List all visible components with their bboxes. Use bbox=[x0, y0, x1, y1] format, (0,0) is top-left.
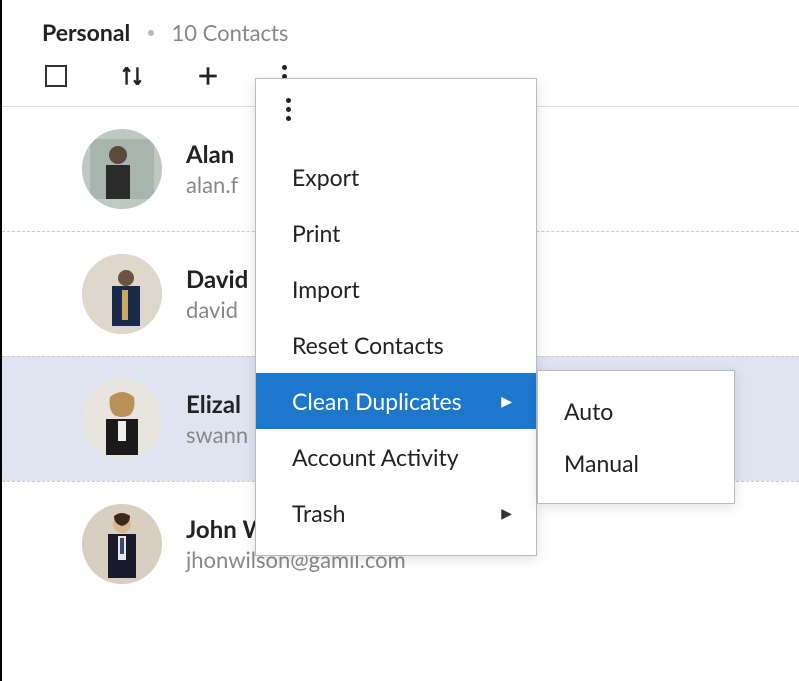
menu-label: Account Activity bbox=[292, 443, 459, 471]
separator-dot: • bbox=[146, 23, 155, 42]
select-all-checkbox[interactable] bbox=[40, 60, 72, 92]
sort-icon[interactable] bbox=[116, 60, 148, 92]
menu-item-export[interactable]: Export bbox=[256, 149, 536, 205]
menu-item-import[interactable]: Import bbox=[256, 261, 536, 317]
avatar bbox=[82, 254, 162, 334]
avatar bbox=[82, 129, 162, 209]
add-contact-button[interactable] bbox=[192, 60, 224, 92]
chevron-right-icon: ▶ bbox=[501, 392, 512, 410]
menu-trigger-area bbox=[256, 79, 536, 139]
submenu-item-auto[interactable]: Auto bbox=[538, 385, 734, 437]
menu-item-account-activity[interactable]: Account Activity bbox=[256, 429, 536, 485]
clean-duplicates-submenu: Auto Manual bbox=[537, 370, 735, 504]
kebab-icon bbox=[286, 98, 291, 121]
menu-label: Export bbox=[292, 163, 359, 191]
header: Personal • 10 Contacts bbox=[2, 18, 799, 46]
menu-label: Print bbox=[292, 219, 340, 247]
contact-name: Alan bbox=[186, 140, 238, 169]
menu-item-clean-duplicates[interactable]: Clean Duplicates ▶ bbox=[256, 373, 536, 429]
submenu-label: Auto bbox=[564, 397, 613, 425]
menu-label: Reset Contacts bbox=[292, 331, 444, 359]
contact-email: david bbox=[186, 296, 248, 323]
submenu-label: Manual bbox=[564, 449, 639, 477]
context-menu: Export Print Import Reset Contacts Clean… bbox=[255, 78, 537, 556]
contact-count: 10 Contacts bbox=[172, 19, 289, 46]
menu-label: Clean Duplicates bbox=[292, 387, 462, 415]
submenu-item-manual[interactable]: Manual bbox=[538, 437, 734, 489]
avatar bbox=[82, 379, 162, 459]
contact-email: swann bbox=[186, 421, 248, 448]
menu-label: Trash bbox=[292, 499, 345, 527]
menu-item-reset-contacts[interactable]: Reset Contacts bbox=[256, 317, 536, 373]
contact-email: alan.f bbox=[186, 171, 238, 198]
avatar bbox=[82, 504, 162, 584]
menu-item-print[interactable]: Print bbox=[256, 205, 536, 261]
menu-item-trash[interactable]: Trash ▶ bbox=[256, 485, 536, 541]
page-title: Personal bbox=[42, 18, 130, 46]
contact-name: Elizal bbox=[186, 390, 248, 419]
chevron-right-icon: ▶ bbox=[501, 504, 512, 522]
menu-label: Import bbox=[292, 275, 360, 303]
contact-name: David bbox=[186, 265, 248, 294]
